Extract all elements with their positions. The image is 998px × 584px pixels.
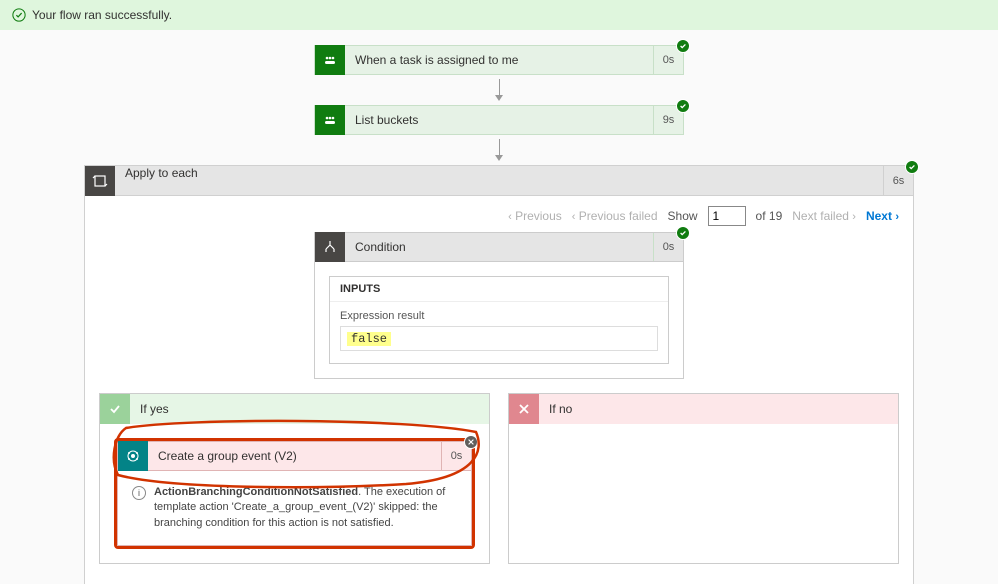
expression-result-value: false xyxy=(340,326,658,351)
flow-step-trigger[interactable]: When a task is assigned to me 0s xyxy=(314,45,684,75)
step-title: Create a group event (V2) xyxy=(148,449,441,463)
chevron-right-icon: › xyxy=(895,211,899,223)
banner-message: Your flow ran successfully. xyxy=(32,8,172,22)
checkmark-icon xyxy=(100,394,130,424)
success-badge-icon xyxy=(676,226,690,240)
condition-branches: If yes Create a group event (V2) 0s xyxy=(99,393,899,564)
branch-if-no[interactable]: If no xyxy=(508,393,899,564)
flow-step-condition[interactable]: Condition 0s INPUTS Expression result fa… xyxy=(314,232,684,379)
skipped-badge-icon xyxy=(464,435,478,449)
condition-icon xyxy=(315,232,345,262)
step-title: Condition xyxy=(345,240,653,254)
chevron-left-icon: ‹ xyxy=(572,211,576,223)
loop-icon xyxy=(85,166,115,196)
pager-show-label: Show xyxy=(668,209,698,223)
action-error-message: i ActionBranchingConditionNotSatisfied. … xyxy=(117,471,472,546)
success-banner: Your flow ran successfully. xyxy=(0,0,998,30)
flow-canvas: When a task is assigned to me 0s List bu… xyxy=(0,30,998,584)
inputs-panel: INPUTS Expression result false xyxy=(329,276,669,364)
inputs-heading: INPUTS xyxy=(330,277,668,302)
pager-next[interactable]: Next › xyxy=(866,209,899,223)
cross-icon xyxy=(509,394,539,424)
step-title: Apply to each xyxy=(115,166,883,195)
planner-icon xyxy=(315,105,345,135)
info-icon: i xyxy=(132,486,146,500)
condition-body: INPUTS Expression result false xyxy=(314,262,684,379)
pager-next-failed[interactable]: Next failed › xyxy=(792,209,856,223)
flow-step-create-group-event[interactable]: Create a group event (V2) 0s i ActionBra… xyxy=(114,438,475,549)
flow-step-list-buckets[interactable]: List buckets 9s xyxy=(314,105,684,135)
pager-of-label: of 19 xyxy=(756,209,783,223)
outlook-groups-icon xyxy=(118,441,148,471)
pager-previous-failed[interactable]: ‹ Previous failed xyxy=(572,209,658,223)
branch-title: If no xyxy=(539,402,572,416)
expression-result-label: Expression result xyxy=(340,310,658,322)
chevron-right-icon: › xyxy=(852,211,856,223)
planner-icon xyxy=(315,45,345,75)
success-badge-icon xyxy=(905,160,919,174)
branch-title: If yes xyxy=(130,402,169,416)
connector-arrow xyxy=(0,139,998,161)
success-badge-icon xyxy=(676,39,690,53)
step-title: List buckets xyxy=(345,113,653,127)
connector-arrow xyxy=(0,79,998,101)
checkmark-circle-icon xyxy=(12,8,26,22)
flow-step-apply-to-each[interactable]: Apply to each 6s ‹ Previous ‹ Previous f… xyxy=(84,165,914,584)
iteration-pager: ‹ Previous ‹ Previous failed Show of 19 … xyxy=(85,196,913,232)
branch-if-yes[interactable]: If yes Create a group event (V2) 0s xyxy=(99,393,490,564)
pager-current-input[interactable] xyxy=(708,206,746,226)
pager-previous[interactable]: ‹ Previous xyxy=(508,209,562,223)
step-title: When a task is assigned to me xyxy=(345,53,653,67)
chevron-left-icon: ‹ xyxy=(508,211,512,223)
success-badge-icon xyxy=(676,99,690,113)
